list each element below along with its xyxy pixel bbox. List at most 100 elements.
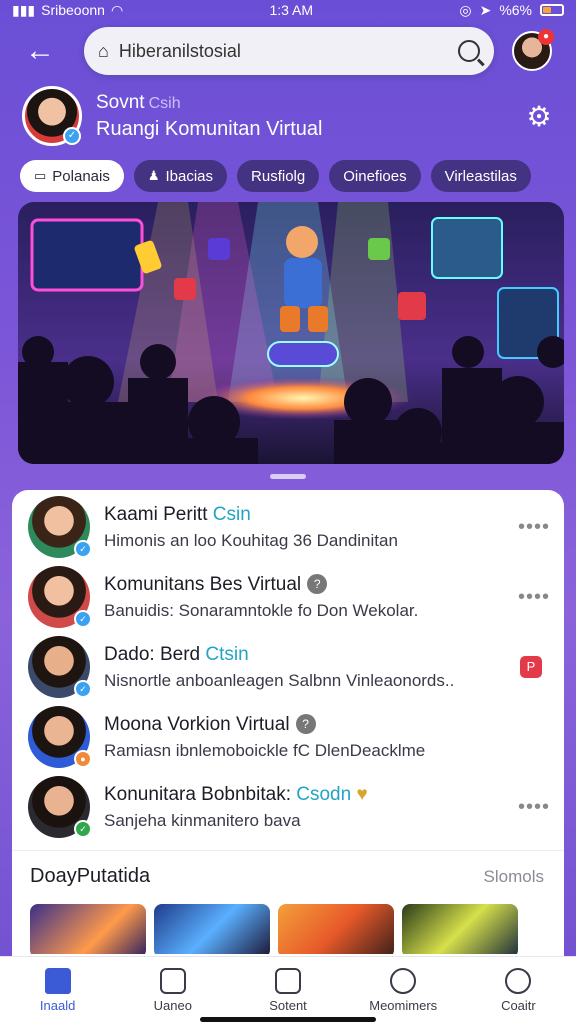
- verified-icon: ✓: [63, 127, 81, 145]
- list-item-text: Moona Vorkion Virtual? Ramiasn ibnlemobo…: [104, 713, 548, 761]
- nav-label: Meomimers: [369, 998, 438, 1013]
- heart-icon: ♥: [356, 783, 368, 805]
- more-icon[interactable]: ••••: [518, 586, 549, 609]
- flag-icon[interactable]: P: [520, 656, 542, 678]
- more-icon[interactable]: ••••: [518, 796, 549, 819]
- list-item[interactable]: ✓ Konunitara Bobnbitak: Csodn ♥ Sanjeha …: [12, 772, 564, 842]
- alarm-icon: ◎: [459, 1, 472, 18]
- thumbnail[interactable]: [154, 904, 270, 954]
- chip-3[interactable]: Oinefioes: [329, 160, 421, 192]
- carrier-label: Sribeoonn: [41, 2, 105, 18]
- community-avatar[interactable]: ✓: [22, 86, 82, 146]
- video-icon: [159, 968, 186, 994]
- status-bar: ▮▮▮ Sribeoonn ◠ 1:3 AM ◎ ➤ %6%: [0, 0, 576, 20]
- status-right: ◎ ➤ %6%: [459, 2, 564, 19]
- thumbnail[interactable]: [402, 904, 518, 954]
- address-text: Hiberanilstosial: [118, 40, 241, 61]
- community-list-panel: ✓ Kaami Peritt Csin Himonis an loo Kouhi…: [12, 490, 564, 960]
- nav-label: Sotent: [269, 998, 307, 1013]
- location-icon: ➤: [479, 1, 492, 18]
- avatar: ✓: [28, 566, 92, 628]
- title-text: Moona Vorkion Virtual: [104, 713, 290, 735]
- list-item[interactable]: ✓ Komunitans Bes Virtual? Banuidis: Sona…: [12, 562, 564, 632]
- community-name: Sovnt Csih: [96, 92, 524, 114]
- check-circle-icon: [390, 968, 417, 994]
- chip-label: Polanais: [52, 167, 110, 185]
- chip-label: Rusfiolg: [251, 167, 306, 185]
- search-icon[interactable]: [458, 40, 480, 62]
- back-button[interactable]: ←: [18, 29, 62, 73]
- list-item-title: Komunitans Bes Virtual?: [104, 573, 518, 596]
- settings-button[interactable]: ⚙: [524, 100, 554, 132]
- battery-percent: %6%: [499, 2, 532, 18]
- list-item[interactable]: ✓ Dado: Berd Ctsin Nisnortle anboanleage…: [12, 632, 564, 702]
- person-icon: [505, 968, 532, 994]
- community-header: ✓ Sovnt Csih Ruangi Komunitan Virtual ⚙: [22, 84, 554, 148]
- wifi-icon: ◠: [110, 1, 124, 18]
- avatar: ✓: [28, 636, 92, 698]
- nav-members[interactable]: Meomimers: [346, 957, 461, 1024]
- list-item-text: Dado: Berd Ctsin Nisnortle anboanleagen …: [104, 644, 520, 691]
- lock-icon: ⌂: [98, 40, 109, 61]
- list-item-text: Konunitara Bobnbitak: Csodn ♥ Sanjeha ki…: [104, 784, 518, 831]
- title-text: Komunitans Bes Virtual: [104, 573, 302, 595]
- chip-1[interactable]: ♟ Ibacias: [133, 160, 228, 192]
- people-icon: ♟: [147, 168, 160, 183]
- status-icon: ●: [74, 750, 92, 768]
- category-chips: ▭ Polanais ♟ Ibacias Rusfiolg Oinefioes Vi…: [20, 160, 560, 194]
- hero-banner-image[interactable]: [18, 202, 564, 464]
- document-icon: ▭: [34, 168, 47, 183]
- user-avatar[interactable]: ●: [512, 29, 554, 71]
- list-item-text: Komunitans Bes Virtual? Banuidis: Sonara…: [104, 573, 518, 621]
- home-icon: [44, 968, 71, 994]
- avatar: ✓: [28, 496, 92, 558]
- gear-icon: ⚙: [526, 100, 552, 132]
- list-item-subtitle: Himonis an loo Kouhitag 36 Dandinitan: [104, 530, 398, 550]
- list-item-title: Kaami Peritt Csin: [104, 504, 518, 526]
- chip-4[interactable]: Virleastilas: [430, 160, 531, 192]
- list-item[interactable]: ● Moona Vorkion Virtual? Ramiasn ibnlemo…: [12, 702, 564, 772]
- list-item-subtitle: Sanjeha kinmanitero bava: [104, 810, 301, 830]
- back-arrow-icon: ←: [25, 34, 55, 67]
- community-info: Sovnt Csih Ruangi Komunitan Virtual: [96, 92, 524, 141]
- nav-label: Uaneo: [153, 998, 192, 1013]
- status-left: ▮▮▮ Sribeoonn ◠: [12, 2, 123, 19]
- title-text: Dado: Berd: [104, 643, 201, 665]
- list-item-text: Kaami Peritt Csin Himonis an loo Kouhita…: [104, 504, 518, 551]
- chip-label: Ibacias: [165, 167, 214, 185]
- list-icon: [275, 968, 301, 994]
- status-icon: ✓: [74, 540, 92, 558]
- nav-video[interactable]: Uaneo: [115, 957, 230, 1024]
- see-all-link[interactable]: Slomols: [484, 867, 544, 887]
- nav-content[interactable]: Sotent: [230, 957, 345, 1024]
- list-item-title: Dado: Berd Ctsin: [104, 644, 520, 666]
- nav-profile[interactable]: Coaitr: [461, 957, 576, 1024]
- section-header: DoayPutatida Slomols: [12, 850, 564, 888]
- list-item-subtitle: Nisnortle anboanleagen Salbnn Vinleaonor…: [104, 670, 455, 690]
- community-tag: Csih: [148, 94, 181, 112]
- bottom-navigation: Inaald Uaneo Sotent Meomimers Coaitr: [0, 956, 576, 1024]
- chip-2[interactable]: Rusfiolg: [237, 160, 320, 192]
- drag-handle[interactable]: [270, 474, 306, 479]
- status-icon: ✓: [74, 610, 92, 628]
- thumbnail-row: [30, 904, 550, 954]
- community-name-text: Sovnt: [96, 91, 145, 113]
- list-item-title: Konunitara Bobnbitak: Csodn ♥: [104, 784, 518, 806]
- status-time: 1:3 AM: [269, 2, 314, 18]
- nav-home[interactable]: Inaald: [0, 957, 115, 1024]
- help-icon: ?: [295, 713, 316, 734]
- help-icon: ?: [307, 573, 328, 594]
- list-item-subtitle: Ramiasn ibnlemoboickle fC DlenDeacklme: [104, 740, 426, 760]
- thumbnail[interactable]: [278, 904, 394, 954]
- chip-0[interactable]: ▭ Polanais: [20, 160, 124, 192]
- title-accent: Ctsin: [205, 643, 249, 665]
- status-icon: ✓: [74, 820, 92, 838]
- signal-icon: ▮▮▮: [12, 1, 36, 18]
- more-icon[interactable]: ••••: [518, 516, 549, 539]
- thumbnail[interactable]: [30, 904, 146, 954]
- nav-label: Inaald: [39, 998, 76, 1013]
- title-accent: Csodn: [296, 783, 352, 805]
- hero-illustration: [18, 202, 564, 464]
- address-bar[interactable]: ⌂ Hiberanilstosial: [84, 27, 494, 75]
- list-item[interactable]: ✓ Kaami Peritt Csin Himonis an loo Kouhi…: [12, 492, 564, 562]
